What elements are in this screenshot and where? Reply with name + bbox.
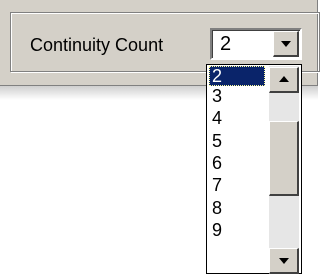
vertical-scrollbar[interactable] — [269, 66, 299, 274]
list-item[interactable]: 7 — [209, 175, 265, 195]
list-item[interactable]: 5 — [209, 131, 265, 151]
list-item[interactable]: 3 — [209, 86, 265, 106]
continuity-count-label: Continuity Count — [30, 35, 164, 55]
list-item[interactable]: 6 — [209, 153, 265, 173]
list-item[interactable]: 2 — [209, 66, 265, 86]
scrollbar-thumb[interactable] — [269, 121, 299, 196]
scroll-down-button[interactable] — [269, 248, 299, 274]
chevron-down-icon — [281, 41, 291, 47]
dropdown-list[interactable]: 2 3 4 5 6 7 8 9 — [206, 64, 302, 274]
list-item[interactable]: 8 — [209, 198, 265, 218]
scroll-down-arrow-icon — [279, 258, 289, 264]
scroll-up-arrow-icon — [279, 76, 289, 82]
combobox-value: 2 — [220, 33, 232, 55]
continuity-count-combobox[interactable]: 2 — [210, 28, 302, 60]
dropdown-button[interactable] — [273, 31, 299, 57]
list-item[interactable]: 9 — [209, 220, 265, 240]
scroll-up-button[interactable] — [269, 67, 299, 93]
list-item[interactable]: 4 — [209, 108, 265, 128]
